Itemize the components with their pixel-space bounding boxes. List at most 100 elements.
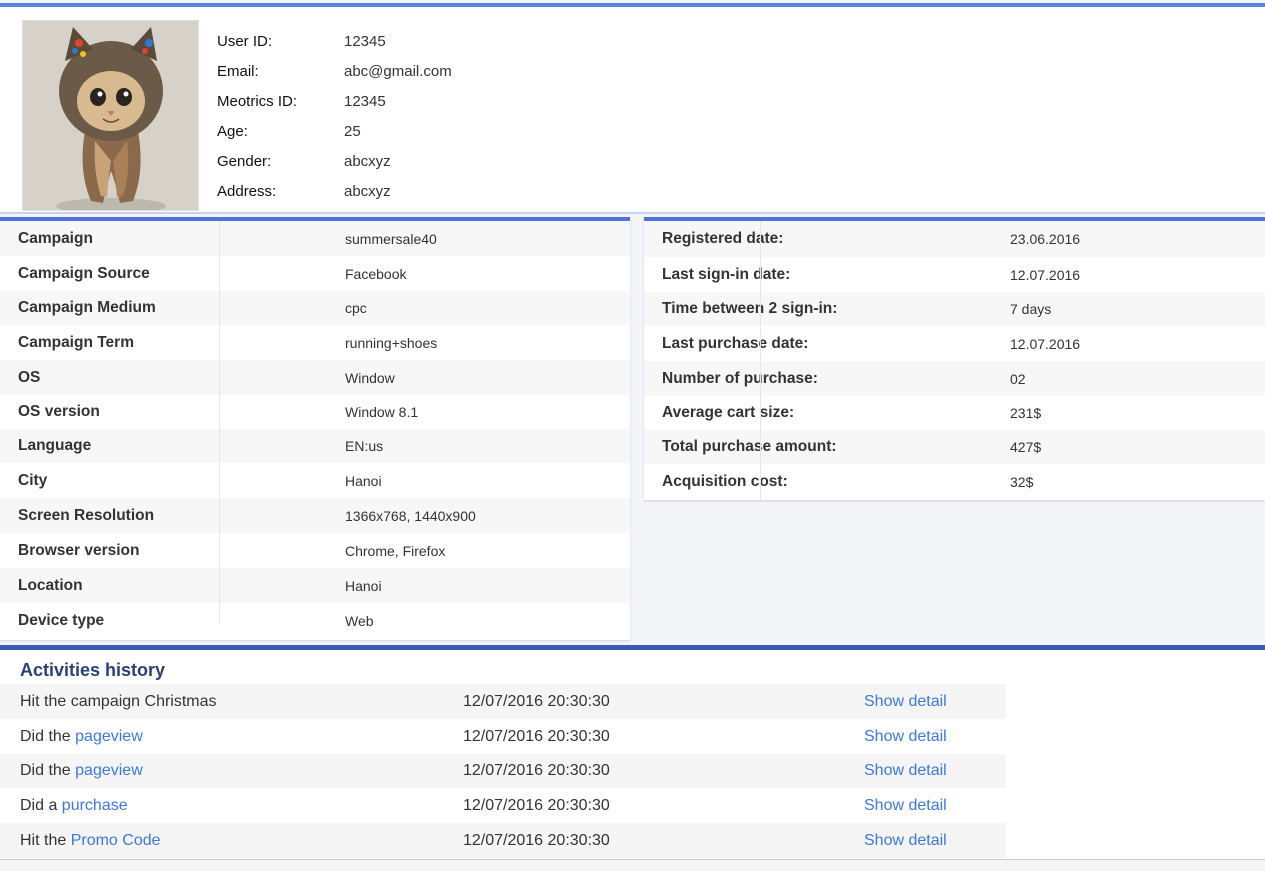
profile-value: 12345 <box>344 92 386 110</box>
profile-row-email: Email: abc@gmail.com <box>217 56 452 86</box>
info-value: Hanoi <box>345 577 382 594</box>
show-detail-link[interactable]: Show detail <box>864 728 947 746</box>
info-value: cpc <box>345 300 367 316</box>
activity-text: Did the <box>20 727 76 745</box>
info-row-device-type: Device type Web <box>0 603 630 638</box>
activity-time: 12/07/2016 20:30:30 <box>463 727 610 745</box>
info-value: Facebook <box>345 265 407 282</box>
profile-label: User ID: <box>217 32 273 50</box>
purchase-row-total-purchase-amount: Total purchase amount: 427$ <box>644 430 1265 464</box>
activity-row: Hit the Promo Code 12/07/2016 20:30:30 S… <box>0 823 1006 858</box>
profile-value: 12345 <box>344 32 386 50</box>
info-row-campaign-source: Campaign Source Facebook <box>0 256 630 291</box>
purchase-row-last-sign-in: Last sign-in date: 12.07.2016 <box>644 257 1265 292</box>
purchase-info-panel: Registered date: 23.06.2016 Last sign-in… <box>644 217 1265 500</box>
purchase-value: 12.07.2016 <box>1010 266 1081 283</box>
activities-title: Activities history <box>20 660 166 680</box>
purchase-value: 231$ <box>1010 405 1042 421</box>
purchase-value: 02 <box>1010 370 1026 387</box>
info-label: Screen Resolution <box>18 506 155 524</box>
purchase-value: 7 days <box>1010 301 1052 317</box>
info-value: summersale40 <box>345 230 437 247</box>
info-label: Device type <box>18 611 105 629</box>
info-label: Browser version <box>18 541 140 559</box>
activity-link-pageview[interactable]: pageview <box>75 762 143 779</box>
info-row-language: Language EN:us <box>0 429 630 463</box>
activity-link-pageview[interactable]: pageview <box>75 728 143 745</box>
cat-avatar-image <box>23 21 198 210</box>
show-detail-link[interactable]: Show detail <box>864 797 947 815</box>
activity-row: Did a purchase 12/07/2016 20:30:30 Show … <box>0 788 1006 823</box>
info-value: Window 8.1 <box>345 404 419 420</box>
profile-value: 25 <box>344 122 361 140</box>
purchase-value: 32$ <box>1010 473 1034 490</box>
profile-card: User ID: 12345 Email: abc@gmail.com Meot… <box>0 7 1265 214</box>
activity-text: Hit the <box>20 831 71 849</box>
info-value: Web <box>345 612 374 629</box>
activity-link-purchase[interactable]: purchase <box>62 797 128 814</box>
activity-link-promo-code[interactable]: Promo Code <box>71 832 161 849</box>
activity-time: 12/07/2016 20:30:30 <box>463 831 610 849</box>
info-label: Campaign Source <box>18 264 150 282</box>
show-detail-link[interactable]: Show detail <box>864 693 947 711</box>
purchase-row-registered-date: Registered date: 23.06.2016 <box>644 221 1265 257</box>
activity-time: 12/07/2016 20:30:30 <box>463 796 610 814</box>
profile-value: abcxyz <box>344 152 391 170</box>
info-row-browser-version: Browser version Chrome, Firefox <box>0 533 630 568</box>
info-row-os: OS Window <box>0 360 630 395</box>
info-label: Campaign <box>18 229 93 247</box>
info-label: Campaign Medium <box>18 299 156 316</box>
info-label: Campaign Term <box>18 333 134 351</box>
activity-description: Hit the campaign Christmas <box>0 693 463 711</box>
purchase-label: Number of purchase: <box>662 369 818 387</box>
info-value: Chrome, Firefox <box>345 542 446 559</box>
campaign-info-panel: Campaign summersale40 Campaign Source Fa… <box>0 217 630 640</box>
profile-label: Gender: <box>217 152 272 170</box>
purchase-label: Last sign-in date: <box>662 265 791 283</box>
purchase-label: Time between 2 sign-in: <box>662 300 838 317</box>
info-row-campaign-term: Campaign Term running+shoes <box>0 325 630 360</box>
activity-description: Hit the Promo Code <box>0 832 463 850</box>
profile-row-gender: Gender: abcxyz <box>217 146 452 176</box>
purchase-value: 23.06.2016 <box>1010 231 1081 247</box>
profile-value: abc@gmail.com <box>344 62 452 80</box>
info-value: EN:us <box>345 438 384 454</box>
info-label: OS version <box>18 403 100 420</box>
show-detail-link[interactable]: Show detail <box>864 762 947 780</box>
purchase-label: Total purchase amount: <box>662 438 837 455</box>
purchase-label: Average cart size: <box>662 404 795 421</box>
info-row-campaign: Campaign summersale40 <box>0 221 630 256</box>
purchase-row-average-cart-size: Average cart size: 231$ <box>644 396 1265 430</box>
purchase-label: Registered date: <box>662 230 784 247</box>
profile-value: abcxyz <box>344 182 391 200</box>
purchase-row-number-of-purchase: Number of purchase: 02 <box>644 361 1265 396</box>
show-detail-link[interactable]: Show detail <box>864 832 947 850</box>
activity-row: Did the pageview 12/07/2016 20:30:30 Sho… <box>0 754 1006 788</box>
activities-list: Hit the campaign Christmas 12/07/2016 20… <box>0 684 1006 858</box>
activity-row: Did the pageview 12/07/2016 20:30:30 Sho… <box>0 719 1006 754</box>
info-row-os-version: OS version Window 8.1 <box>0 395 630 429</box>
activity-description: Did a purchase <box>0 797 463 815</box>
purchase-row-last-purchase-date: Last purchase date: 12.07.2016 <box>644 326 1265 361</box>
purchase-value: 12.07.2016 <box>1010 335 1081 352</box>
activities-history-panel: Activities history Hit the campaign Chri… <box>0 645 1265 860</box>
info-label: Location <box>18 576 83 594</box>
purchase-value: 427$ <box>1010 439 1042 455</box>
info-row-campaign-medium: Campaign Medium cpc <box>0 291 630 325</box>
profile-row-age: Age: 25 <box>217 116 452 146</box>
activity-text: Did a <box>20 796 62 814</box>
purchase-label: Last purchase date: <box>662 334 809 352</box>
info-label: City <box>18 471 48 489</box>
info-value: running+shoes <box>345 334 438 351</box>
purchase-label: Acquisition cost: <box>662 472 788 490</box>
user-avatar <box>22 20 199 211</box>
profile-label: Email: <box>217 62 259 80</box>
info-value: Hanoi <box>345 472 382 489</box>
purchase-row-acquisition-cost: Acquisition cost: 32$ <box>644 464 1265 499</box>
info-value: Window <box>345 369 395 386</box>
info-label: OS <box>18 368 41 386</box>
info-value: 1366x768, 1440x900 <box>345 507 476 524</box>
info-row-location: Location Hanoi <box>0 568 630 603</box>
profile-label: Meotrics ID: <box>217 92 298 110</box>
profile-row-user-id: User ID: 12345 <box>217 26 452 56</box>
